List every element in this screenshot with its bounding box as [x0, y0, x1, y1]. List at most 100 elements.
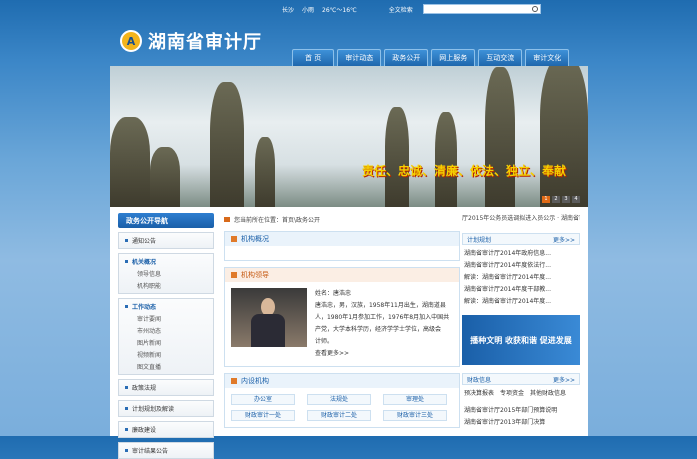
plan-list: 湖南省审计厅2014年政府信息... 湖南省审计厅2014年度依法行... 解读…	[462, 245, 580, 311]
top-bar: 长沙 小雨 26℃～16℃ 全文检索	[110, 0, 588, 18]
right-column: 厅2015年公务员选调拟进入员公示 · 湖南省审计厅 计划规划更多>> 湖南省审…	[462, 213, 580, 432]
banner-mountain	[485, 67, 515, 207]
sidebar: 政务公开导航 通知公告 机关概况 领导信息 机构职能 工作动态 审计要闻 市州动…	[118, 213, 214, 459]
sidebar-subitem[interactable]: 机构职能	[125, 281, 207, 290]
bullet-icon	[125, 305, 128, 308]
banner-mountain	[385, 107, 409, 207]
news-ticker[interactable]: 厅2015年公务员选调拟进入员公示 · 湖南省审计厅	[462, 213, 580, 225]
promo-banner[interactable]: 播种文明 收获和谐 促进发展	[462, 315, 580, 365]
bullet-icon	[125, 239, 128, 242]
search-icon[interactable]	[531, 6, 538, 12]
bullet-icon	[125, 260, 128, 263]
sidebar-subitem[interactable]: 图文直播	[125, 362, 207, 371]
banner-dot[interactable]: 4	[572, 196, 580, 203]
section-header: 机构概况	[225, 232, 459, 246]
content: 政务公开导航 通知公告 机关概况 领导信息 机构职能 工作动态 审计要闻 市州动…	[110, 207, 588, 459]
page: 长沙 小雨 26℃～16℃ 全文检索 A 湖南省审计厅 首 页 审计动态 政务公…	[110, 0, 588, 459]
finance-links[interactable]: 预决算报表 专项资金 其他财政信息	[462, 385, 580, 402]
finance-more-link[interactable]: 更多>>	[553, 375, 575, 384]
plan-item[interactable]: 解读：湖南省审计厅2014年度...	[464, 272, 578, 284]
section-title[interactable]: 内设机构	[241, 376, 269, 386]
banner-dot[interactable]: 2	[552, 196, 560, 203]
sidebar-item-label: 审计结果公告	[132, 448, 169, 455]
nav-audit-culture[interactable]: 审计文化	[525, 49, 570, 66]
plan-item[interactable]: 湖南省审计厅2014年度依法行...	[464, 260, 578, 272]
finance-item[interactable]: 湖南省审计厅2013年部门决算	[464, 417, 578, 429]
section-header: 机构领导	[225, 268, 459, 282]
section-title[interactable]: 机构领导	[241, 270, 269, 280]
finance-list: 湖南省审计厅2015年部门预算说明 湖南省审计厅2013年部门决算	[462, 402, 580, 432]
unit-grid: 办公室 法规处 审理处 财政审计一处 财政审计二处 财政审计三处	[225, 388, 459, 427]
nav-interaction[interactable]: 互动交流	[478, 49, 523, 66]
leader-section: 机构领导 姓名：唐浩忠 唐浩忠，男，汉族，1958年11月出生，湖南道县 人，1…	[224, 267, 460, 367]
sidebar-item-results[interactable]: 审计结果公告	[118, 442, 214, 459]
sidebar-subitem[interactable]: 图片新闻	[125, 338, 207, 347]
plan-header: 计划规划 更多>>	[462, 233, 580, 245]
bullet-icon	[125, 386, 128, 389]
unit-link[interactable]: 法规处	[307, 394, 371, 405]
sidebar-item-overview[interactable]: 机关概况 领导信息 机构职能	[118, 253, 214, 294]
sidebar-item-label: 政策法规	[132, 385, 157, 392]
sidebar-subitem[interactable]: 市州动态	[125, 326, 207, 335]
unit-link[interactable]: 财政审计一处	[231, 410, 295, 421]
plan-item[interactable]: 湖南省审计厅2014年度干部教...	[464, 284, 578, 296]
plan-more-link[interactable]: 更多>>	[553, 235, 575, 244]
nav-home[interactable]: 首 页	[292, 49, 335, 66]
banner-mountain	[110, 117, 150, 207]
leader-photo[interactable]	[231, 288, 307, 347]
nav-audit-news[interactable]: 审计动态	[337, 49, 382, 66]
sidebar-item-plan[interactable]: 计划规划及解读	[118, 400, 214, 417]
plan-title[interactable]: 计划规划	[467, 235, 491, 244]
sidebar-subitem[interactable]: 视频新闻	[125, 350, 207, 359]
bio-line: 产党，大学本科学历，经济学学士学位，高级会	[314, 326, 441, 333]
bullet-icon	[125, 428, 128, 431]
sidebar-item-integrity[interactable]: 廉政建设	[118, 421, 214, 438]
banner-mountain	[540, 66, 588, 207]
sidebar-item-work[interactable]: 工作动态 审计要闻 市州动态 图片新闻 视频新闻 图文直播	[118, 298, 214, 375]
section-icon	[231, 378, 237, 384]
bio-line: 姓名：唐浩忠	[314, 290, 351, 297]
bullet-icon	[125, 449, 128, 452]
unit-link[interactable]: 审理处	[383, 394, 447, 405]
temperature: 26℃～16℃	[322, 6, 357, 14]
bio-line: 唐浩忠，男，汉族，1958年11月出生，湖南道县	[314, 302, 446, 309]
sidebar-subitem[interactable]: 领导信息	[125, 269, 207, 278]
plan-item[interactable]: 湖南省审计厅2014年政府信息...	[464, 248, 578, 260]
banner-dot[interactable]: 1	[542, 196, 550, 203]
org-overview-section: 机构概况	[224, 231, 460, 261]
section-icon	[231, 272, 237, 278]
main-column: 您当前所在位置：首页\政务公开 机构概况 机构领导 姓名：唐浩忠 唐浩忠，男，汉…	[224, 213, 460, 428]
nav-gov-info[interactable]: 政务公开	[384, 49, 429, 66]
unit-link[interactable]: 办公室	[231, 394, 295, 405]
plan-item[interactable]: 解读：湖南省审计厅2014年度...	[464, 296, 578, 308]
section-title[interactable]: 机构概况	[241, 234, 269, 244]
search-input[interactable]	[422, 4, 541, 14]
sidebar-item-notice[interactable]: 通知公告	[118, 232, 214, 249]
sidebar-item-label: 工作动态	[132, 304, 157, 311]
city: 长沙	[282, 6, 295, 14]
bullet-icon	[125, 407, 128, 410]
breadcrumb-text[interactable]: 您当前所在位置：首页\政务公开	[234, 215, 320, 224]
finance-item[interactable]: 湖南省审计厅2015年部门预算说明	[464, 405, 578, 417]
nav-online-service[interactable]: 网上服务	[431, 49, 476, 66]
logo[interactable]: A 湖南省审计厅	[120, 28, 262, 54]
banner-pagination: 1 2 3 4	[540, 196, 580, 203]
header: A 湖南省审计厅 首 页 审计动态 政务公开 网上服务 互动交流 审计文化	[110, 18, 588, 66]
main-nav: 首 页 审计动态 政务公开 网上服务 互动交流 审计文化	[292, 49, 572, 66]
more-link[interactable]: 查看更多>>	[315, 348, 453, 360]
banner: 责任、忠诚、清廉、依法、独立、奉献 1 2 3 4	[110, 66, 588, 207]
sidebar-title: 政务公开导航	[118, 213, 214, 228]
unit-link[interactable]: 财政审计三处	[383, 410, 447, 421]
finance-title[interactable]: 财政信息	[467, 375, 491, 384]
sidebar-subitem[interactable]: 审计要闻	[125, 314, 207, 323]
home-icon	[224, 216, 230, 222]
leader-card: 姓名：唐浩忠 唐浩忠，男，汉族，1958年11月出生，湖南道县 人，1980年1…	[225, 282, 459, 366]
audit-emblem-icon: A	[120, 30, 142, 52]
banner-mountain	[150, 147, 180, 207]
unit-link[interactable]: 财政审计二处	[307, 410, 371, 421]
bio-line: 计师。	[314, 338, 333, 345]
bio-line: 人，1980年1月参加工作，1976年8月加入中国共	[314, 314, 450, 321]
sidebar-item-policy[interactable]: 政策法规	[118, 379, 214, 396]
section-icon	[231, 236, 237, 242]
banner-dot[interactable]: 3	[562, 196, 570, 203]
